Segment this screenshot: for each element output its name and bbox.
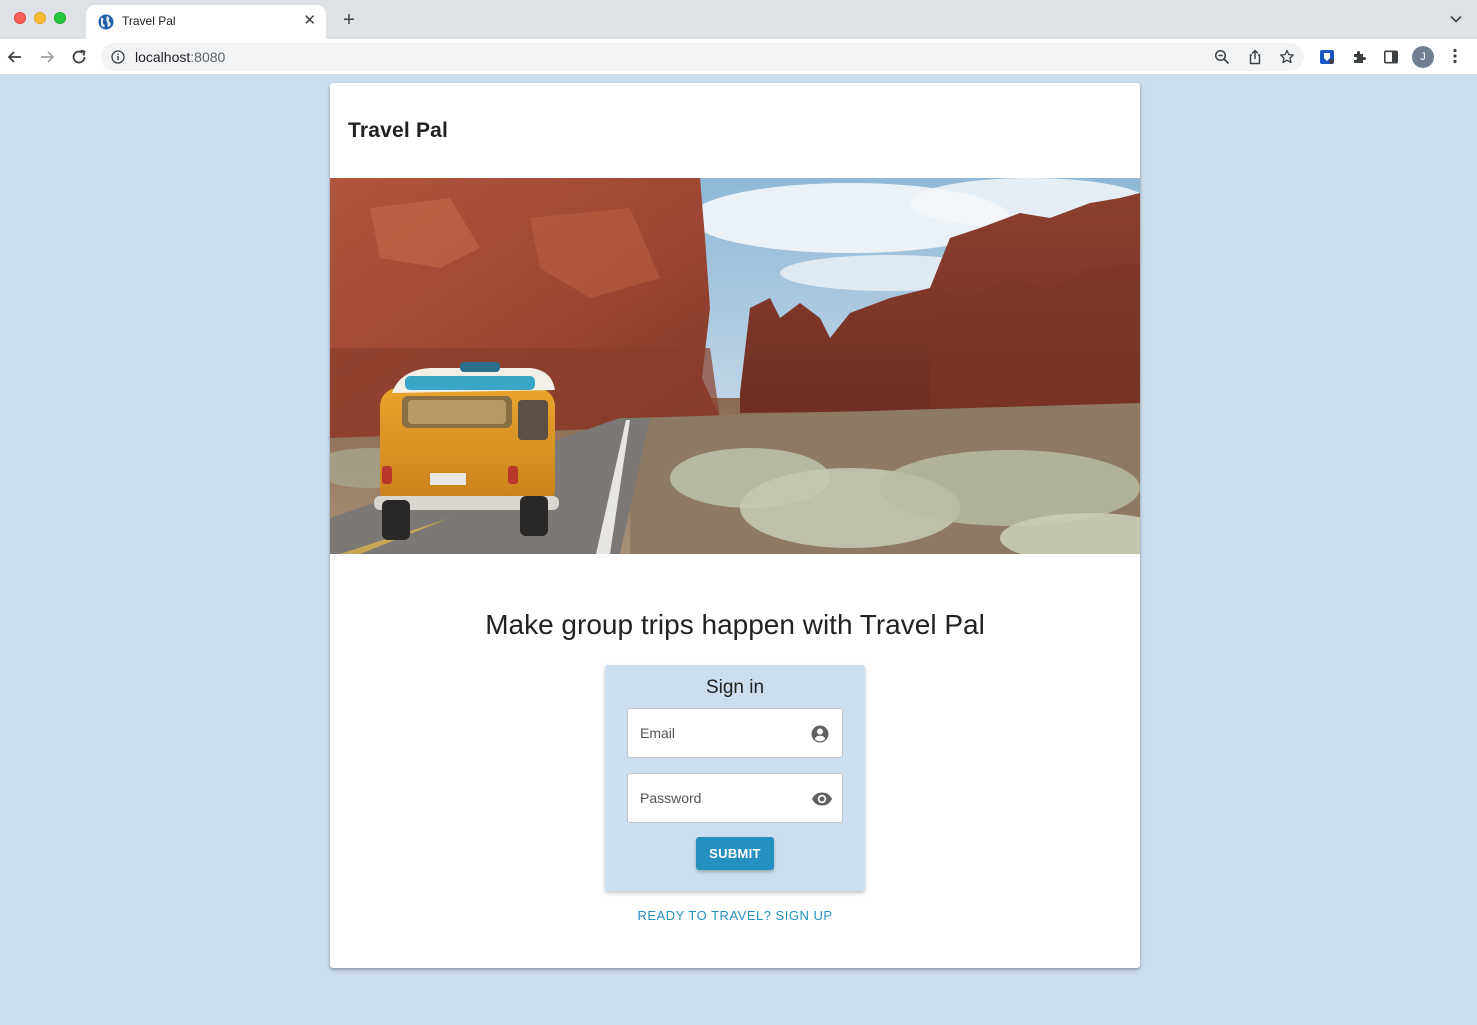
share-icon[interactable] bbox=[1247, 49, 1263, 65]
address-bar[interactable]: localhost:8080 bbox=[101, 43, 1304, 71]
chevron-down-icon[interactable] bbox=[1449, 12, 1463, 26]
app-title: Travel Pal bbox=[348, 119, 449, 142]
eye-icon[interactable] bbox=[811, 789, 833, 809]
side-panel-icon[interactable] bbox=[1383, 49, 1399, 65]
profile-avatar[interactable]: J bbox=[1412, 46, 1434, 68]
globe-icon bbox=[98, 14, 114, 30]
minimize-window-button[interactable] bbox=[34, 12, 46, 24]
url-port: :8080 bbox=[190, 49, 226, 65]
page-headline: Make group trips happen with Travel Pal bbox=[485, 609, 985, 640]
browser-tab-bar: Travel Pal ✕ + bbox=[0, 0, 1477, 39]
extensions-puzzle-icon[interactable] bbox=[1351, 49, 1367, 65]
url-text[interactable]: localhost:8080 bbox=[135, 49, 225, 65]
zoom-icon[interactable] bbox=[1214, 49, 1230, 65]
url-host: localhost bbox=[135, 49, 191, 65]
signin-form: Sign in SUBMIT bbox=[605, 665, 865, 891]
back-arrow-icon[interactable] bbox=[5, 47, 25, 67]
close-tab-icon[interactable]: ✕ bbox=[303, 12, 316, 30]
more-options-icon[interactable] bbox=[1453, 48, 1457, 64]
forward-arrow-icon[interactable] bbox=[37, 47, 57, 67]
info-icon[interactable] bbox=[111, 50, 125, 64]
new-tab-button[interactable]: + bbox=[338, 8, 360, 32]
bookmark-star-icon[interactable] bbox=[1279, 49, 1295, 65]
browser-tab[interactable]: Travel Pal ✕ bbox=[86, 5, 326, 39]
account-circle-icon bbox=[811, 725, 829, 743]
signin-title: Sign in bbox=[705, 677, 765, 698]
reload-icon[interactable] bbox=[69, 47, 89, 67]
submit-button[interactable]: SUBMIT bbox=[696, 837, 774, 870]
hero-image bbox=[330, 178, 1140, 554]
maximize-window-button[interactable] bbox=[54, 12, 66, 24]
email-field[interactable] bbox=[627, 708, 843, 758]
main-card: Travel Pal Make group trips happen with … bbox=[330, 83, 1140, 968]
tab-title: Travel Pal bbox=[122, 14, 176, 28]
password-field[interactable] bbox=[627, 773, 843, 823]
password-input[interactable] bbox=[628, 774, 842, 822]
browser-toolbar: localhost:8080 bbox=[0, 39, 1477, 75]
signup-link[interactable]: READY TO TRAVEL? SIGN UP bbox=[330, 908, 1140, 923]
close-window-button[interactable] bbox=[14, 12, 26, 24]
extension-shield-icon[interactable] bbox=[1319, 49, 1335, 65]
